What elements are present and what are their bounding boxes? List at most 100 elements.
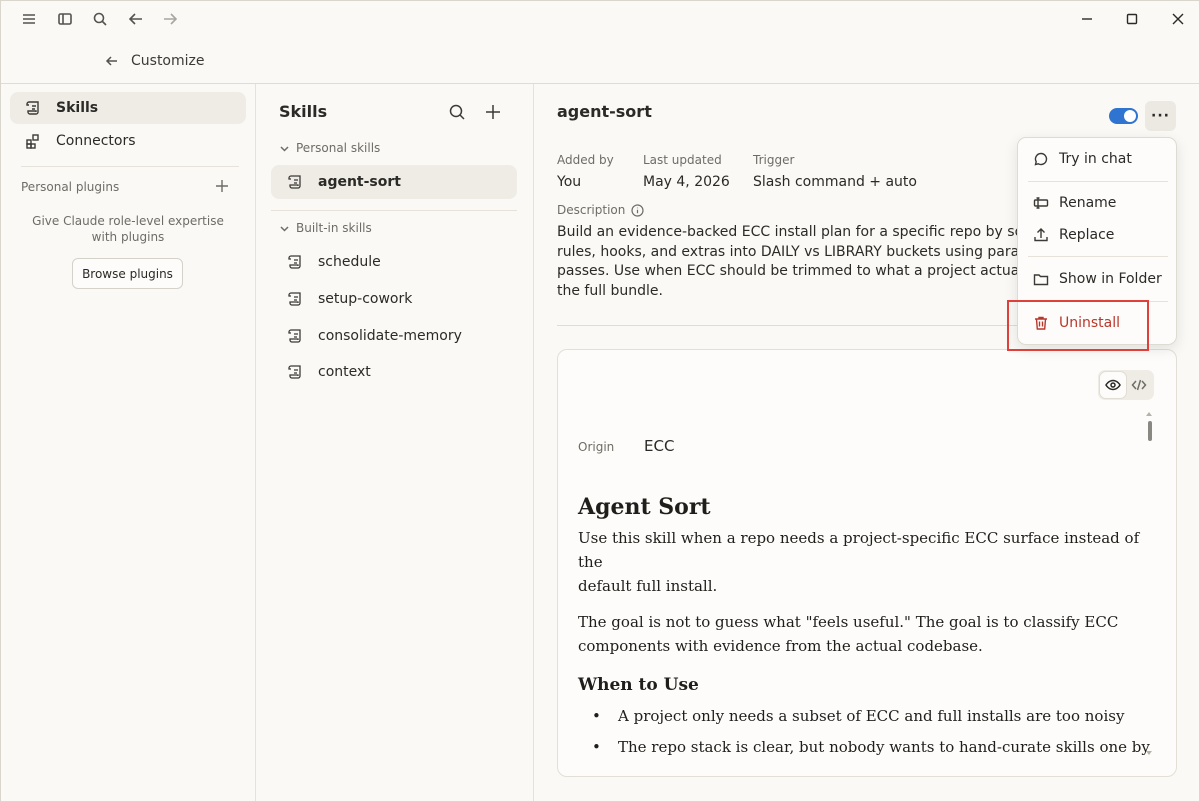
maximize-button[interactable]	[1120, 8, 1144, 30]
skills-panel-divider	[533, 84, 534, 801]
doc-subheading: When to Use	[578, 675, 699, 695]
menu-item-replace[interactable]: Replace	[1018, 220, 1176, 250]
sidebar-item-skills[interactable]: Skills	[10, 92, 246, 124]
scroll-icon	[288, 365, 301, 379]
menu-separator	[1028, 181, 1168, 182]
sidebar-divider	[255, 84, 256, 801]
personal-plugins-description: Give Claude role-level expertise with pl…	[32, 214, 224, 244]
menu-item-label: Rename	[1059, 195, 1117, 211]
browse-plugins-button[interactable]: Browse plugins	[72, 258, 183, 289]
header-divider	[1, 83, 1199, 84]
menu-item-show-in-folder[interactable]: Show in Folder	[1018, 264, 1176, 294]
minimize-button[interactable]	[1075, 8, 1099, 30]
more-options-button[interactable]: ···	[1145, 101, 1176, 131]
app-window: Customize Skills Connectors Personal plu…	[0, 0, 1200, 802]
doc-paragraph: Use this skill when a repo needs a proje…	[578, 526, 1148, 598]
skills-panel-title: Skills	[279, 102, 328, 121]
scroll-up-arrow[interactable]	[1146, 412, 1152, 416]
builtin-skills-header[interactable]: Built-in skills	[279, 221, 372, 235]
search-icon[interactable]	[90, 9, 110, 29]
add-plugin-button[interactable]	[213, 177, 231, 195]
chevron-down-icon	[280, 225, 289, 232]
scrollbar-thumb[interactable]	[1148, 421, 1152, 441]
preview-button[interactable]	[1100, 372, 1126, 398]
skill-item-consolidate-memory[interactable]: consolidate-memory	[271, 319, 517, 353]
skill-item-context[interactable]: context	[271, 355, 517, 389]
skill-item-agent-sort[interactable]: agent-sort	[271, 165, 517, 199]
title-bar	[1, 1, 1199, 37]
doc-bullet-list: A project only needs a subset of ECC and…	[578, 704, 1150, 759]
doc-heading: Agent Sort	[578, 494, 711, 520]
uninstall-highlight-box	[1007, 300, 1149, 351]
menu-separator	[1028, 256, 1168, 257]
scroll-icon	[26, 101, 39, 115]
sidebar-separator	[21, 166, 239, 167]
plus-icon	[216, 180, 228, 192]
sidebar-toggle-icon[interactable]	[55, 9, 75, 29]
skill-label: setup-cowork	[318, 291, 413, 307]
back-arrow-icon	[105, 56, 117, 66]
trigger-label: Trigger	[753, 153, 795, 167]
added-by-label: Added by	[557, 153, 614, 167]
chevron-down-icon	[280, 145, 289, 152]
ellipsis-icon: ···	[1151, 108, 1170, 124]
doc-bullet: The repo stack is clear, but nobody want…	[578, 735, 1150, 759]
skill-label: consolidate-memory	[318, 328, 462, 344]
back-arrow-icon[interactable]	[126, 9, 146, 29]
eye-icon	[1105, 379, 1121, 391]
folder-icon	[1033, 274, 1049, 286]
chat-bubble-icon	[1034, 152, 1048, 166]
skill-enabled-toggle[interactable]	[1109, 108, 1138, 124]
scroll-icon	[288, 329, 301, 343]
doc-line: default full install.	[578, 577, 718, 595]
code-icon	[1131, 379, 1147, 391]
source-code-button[interactable]	[1126, 372, 1152, 398]
menu-item-label: Replace	[1059, 227, 1115, 243]
description-text: Build an evidence-backed ECC install pla…	[557, 224, 1031, 299]
sidebar-item-connectors[interactable]: Connectors	[10, 125, 246, 157]
group-label: Built-in skills	[296, 221, 372, 235]
scroll-icon	[288, 255, 301, 269]
menu-item-try-in-chat[interactable]: Try in chat	[1018, 144, 1176, 174]
forward-arrow-icon[interactable]	[160, 9, 180, 29]
last-updated-value: May 4, 2026	[643, 174, 730, 190]
skill-item-setup-cowork[interactable]: setup-cowork	[271, 282, 517, 316]
doc-paragraph: The goal is not to guess what "feels use…	[578, 610, 1148, 658]
connectors-icon	[26, 134, 39, 149]
doc-line: Use this skill when a repo needs a proje…	[578, 529, 1140, 571]
search-icon	[449, 104, 465, 120]
view-mode-toggle	[1098, 370, 1154, 400]
scroll-icon	[288, 175, 301, 189]
add-skill-button[interactable]	[483, 102, 503, 122]
doc-line: The goal is not to guess what "feels use…	[578, 613, 1119, 631]
menu-item-label: Try in chat	[1059, 151, 1132, 167]
info-icon[interactable]	[631, 203, 644, 217]
customize-label: Customize	[131, 53, 205, 69]
menu-item-label: Show in Folder	[1059, 271, 1162, 287]
skills-separator	[271, 210, 517, 211]
rename-icon	[1033, 197, 1049, 209]
origin-value: ECC	[644, 437, 675, 455]
skill-label: context	[318, 364, 371, 380]
trigger-value: Slash command + auto	[753, 174, 917, 190]
skill-title: agent-sort	[557, 102, 652, 121]
menu-item-rename[interactable]: Rename	[1018, 188, 1176, 218]
group-label: Personal skills	[296, 141, 381, 155]
close-button[interactable]	[1166, 8, 1190, 30]
doc-bullet: A project only needs a subset of ECC and…	[578, 704, 1148, 728]
description-header: Description	[557, 203, 644, 217]
added-by-value: You	[557, 174, 582, 190]
description-label: Description	[557, 203, 626, 217]
menu-icon[interactable]	[19, 9, 39, 29]
scroll-icon	[288, 292, 301, 306]
personal-skills-header[interactable]: Personal skills	[279, 141, 380, 155]
detail-separator	[557, 325, 1017, 326]
skill-item-schedule[interactable]: schedule	[271, 245, 517, 279]
personal-plugins-label: Personal plugins	[21, 180, 120, 194]
customize-back-link[interactable]: Customize	[105, 51, 205, 71]
skill-content-card: Origin ECC Agent Sort Use this skill whe…	[557, 349, 1177, 777]
doc-line: components with evidence from the actual…	[578, 637, 983, 655]
sidebar-item-label: Connectors	[56, 133, 136, 149]
upload-icon	[1034, 228, 1048, 242]
search-skills-button[interactable]	[447, 102, 467, 122]
